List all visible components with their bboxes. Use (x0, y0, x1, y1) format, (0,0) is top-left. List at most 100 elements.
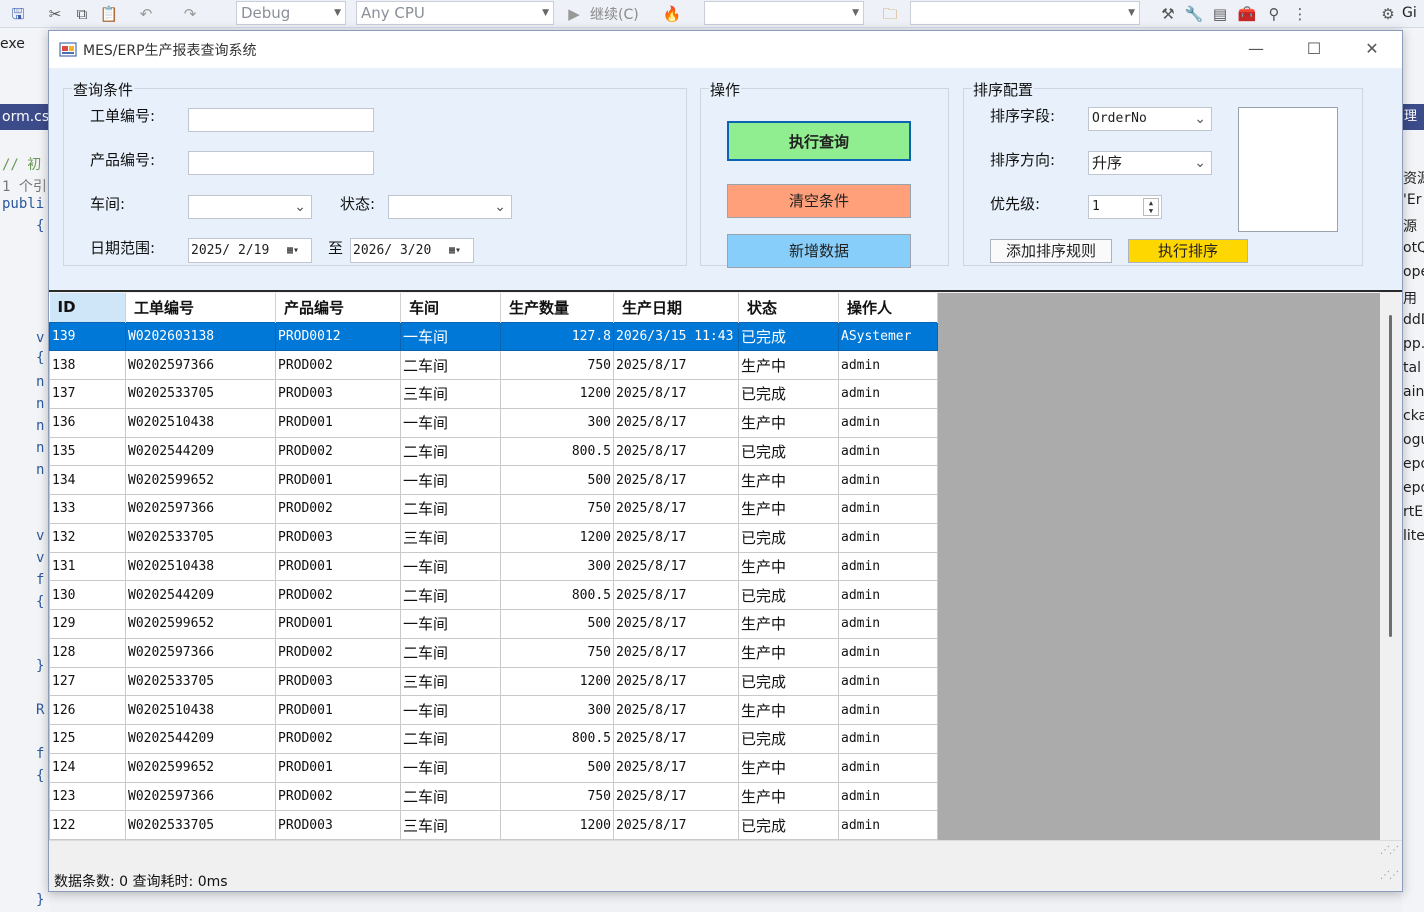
table-cell[interactable]: W0202599652 (125, 465, 276, 495)
table-cell[interactable]: 生产中 (738, 551, 839, 582)
table-cell[interactable]: 一车间 (400, 695, 501, 725)
cut-icon[interactable]: ✂ (45, 4, 65, 24)
product-no-input[interactable] (188, 151, 374, 175)
table-cell[interactable]: 2025/8/17 (613, 436, 739, 467)
table-row[interactable]: 130 W0202544209 PROD002 二车间 800.5 2025/8/17 已完… (49, 580, 938, 610)
table-cell[interactable]: 一车间 (400, 321, 501, 352)
table-cell[interactable]: 137 (49, 379, 126, 409)
execute-query-button[interactable]: 执行查询 (727, 121, 911, 161)
table-cell[interactable]: 二车间 (400, 436, 501, 467)
table-cell[interactable]: 二车间 (400, 637, 501, 668)
table-cell[interactable]: 已完成 (738, 810, 839, 840)
execute-sort-button[interactable]: 执行排序 (1128, 239, 1248, 263)
table-cell[interactable]: 生产中 (738, 781, 839, 812)
explorer-item[interactable]: cka (1403, 408, 1424, 424)
undo-icon[interactable]: ↶ (136, 4, 156, 24)
table-cell[interactable]: PROD003 (275, 666, 401, 697)
table-cell[interactable]: 750 (500, 781, 614, 812)
git-icon[interactable]: ⚙ (1378, 4, 1398, 24)
table-row[interactable]: 134 W0202599652 PROD001 一车间 500 2025/8/17 生产中 a… (49, 465, 938, 495)
explorer-item[interactable]: 资源 (1403, 168, 1424, 188)
order-no-input[interactable] (188, 108, 374, 132)
column-header[interactable]: ID (49, 293, 126, 322)
table-cell[interactable]: admin (838, 522, 938, 553)
table-row[interactable]: 129 W0202599652 PROD001 一车间 500 2025/8/17 生产中 a… (49, 609, 938, 639)
table-cell[interactable]: PROD002 (275, 494, 401, 524)
maximize-button[interactable]: ☐ (1285, 31, 1343, 67)
play-icon[interactable]: ▶ (564, 4, 584, 24)
table-row[interactable]: 123 W0202597366 PROD002 二车间 750 2025/8/17 生产中 a… (49, 781, 938, 812)
table-cell[interactable]: 二车间 (400, 350, 501, 380)
table-cell[interactable]: W0202533705 (125, 379, 276, 409)
table-cell[interactable]: admin (838, 551, 938, 582)
workshop-combo[interactable]: ⌄ (188, 195, 312, 219)
column-header[interactable]: 车间 (400, 293, 501, 322)
table-cell[interactable]: 一车间 (400, 407, 501, 438)
table-cell[interactable]: 300 (500, 695, 614, 725)
status-combo[interactable]: ⌄ (388, 195, 512, 219)
title-bar[interactable]: MES/ERP生产报表查询系统 — ☐ ✕ (49, 31, 1402, 68)
save-icon[interactable]: 🖫 (8, 4, 28, 24)
column-header[interactable]: 状态 (738, 293, 839, 322)
table-cell[interactable]: admin (838, 724, 938, 754)
table-cell[interactable]: 2026/3/15 11:43 (613, 321, 739, 352)
table-cell[interactable]: 生产中 (738, 407, 839, 438)
table-cell[interactable]: 134 (49, 465, 126, 495)
config-combo[interactable]: Debug ▼ (236, 1, 346, 25)
toolbox-icon[interactable]: 🧰 (1237, 4, 1257, 24)
table-cell[interactable]: 2025/8/17 (613, 724, 739, 754)
table-cell[interactable]: PROD003 (275, 522, 401, 553)
table-cell[interactable]: 750 (500, 494, 614, 524)
clear-conditions-button[interactable]: 清空条件 (727, 184, 911, 218)
overflow-icon[interactable]: ⋮ (1290, 4, 1310, 24)
table-cell[interactable]: PROD001 (275, 695, 401, 725)
date-from-picker[interactable]: 2025/ 2/19 ▦▾ (188, 238, 312, 263)
table-cell[interactable]: PROD001 (275, 609, 401, 639)
table-cell[interactable]: 已完成 (738, 379, 839, 409)
sort-rules-list[interactable] (1238, 107, 1338, 232)
explorer-item[interactable]: otQ (1403, 240, 1424, 256)
table-row[interactable]: 127 W0202533705 PROD003 三车间 1200 2025/8/17 已完成… (49, 666, 938, 697)
table-cell[interactable]: W0202510438 (125, 695, 276, 725)
date-to-picker[interactable]: 2026/ 3/20 ▦▾ (350, 238, 474, 263)
table-cell[interactable]: admin (838, 666, 938, 697)
table-row[interactable]: 131 W0202510438 PROD001 一车间 300 2025/8/17 生产中 a… (49, 551, 938, 582)
table-cell[interactable]: 生产中 (738, 752, 839, 783)
table-cell[interactable]: 2025/8/17 (613, 407, 739, 438)
table-cell[interactable]: 2025/8/17 (613, 609, 739, 639)
priority-stepper[interactable]: 1 ▲ ▼ (1088, 195, 1162, 219)
table-cell[interactable]: W0202533705 (125, 810, 276, 840)
person-icon[interactable]: ⚲ (1264, 4, 1284, 24)
sort-field-combo[interactable]: OrderNo ⌄ (1088, 107, 1212, 131)
column-header[interactable]: 生产日期 (613, 293, 739, 322)
table-cell[interactable]: 2025/8/17 (613, 580, 739, 610)
minimize-button[interactable]: — (1227, 31, 1285, 67)
explorer-item[interactable]: ogu (1403, 432, 1424, 448)
table-cell[interactable]: PROD003 (275, 379, 401, 409)
table-cell[interactable]: PROD002 (275, 580, 401, 610)
column-header[interactable]: 操作人 (838, 293, 938, 322)
table-cell[interactable]: PROD002 (275, 781, 401, 812)
explorer-tab[interactable]: 理 (1402, 104, 1424, 130)
explorer-item[interactable]: 用 (1403, 288, 1417, 308)
table-cell[interactable]: PROD003 (275, 810, 401, 840)
table-cell[interactable]: admin (838, 407, 938, 438)
window-icon[interactable]: ▤ (1210, 4, 1230, 24)
table-cell[interactable]: 2025/8/17 (613, 781, 739, 812)
table-cell[interactable]: 一车间 (400, 465, 501, 495)
calendar-icon[interactable]: ▦▾ (449, 244, 469, 258)
table-cell[interactable]: 1200 (500, 522, 614, 553)
table-row[interactable]: 136 W0202510438 PROD001 一车间 300 2025/8/17 生产中 a… (49, 407, 938, 438)
explorer-item[interactable]: 源 (1403, 216, 1417, 236)
table-row[interactable]: 126 W0202510438 PROD001 一车间 300 2025/8/17 生产中 a… (49, 695, 938, 725)
table-cell[interactable]: 138 (49, 350, 126, 380)
table-cell[interactable]: 已完成 (738, 321, 839, 352)
search-combo[interactable]: ▼ (910, 1, 1140, 25)
table-cell[interactable]: 二车间 (400, 781, 501, 812)
column-header[interactable]: 产品编号 (275, 293, 401, 322)
table-cell[interactable]: admin (838, 781, 938, 812)
column-header[interactable]: 生产数量 (500, 293, 614, 322)
table-cell[interactable]: 生产中 (738, 465, 839, 495)
table-cell[interactable]: W0202603138 (125, 321, 276, 352)
table-cell[interactable]: admin (838, 350, 938, 380)
